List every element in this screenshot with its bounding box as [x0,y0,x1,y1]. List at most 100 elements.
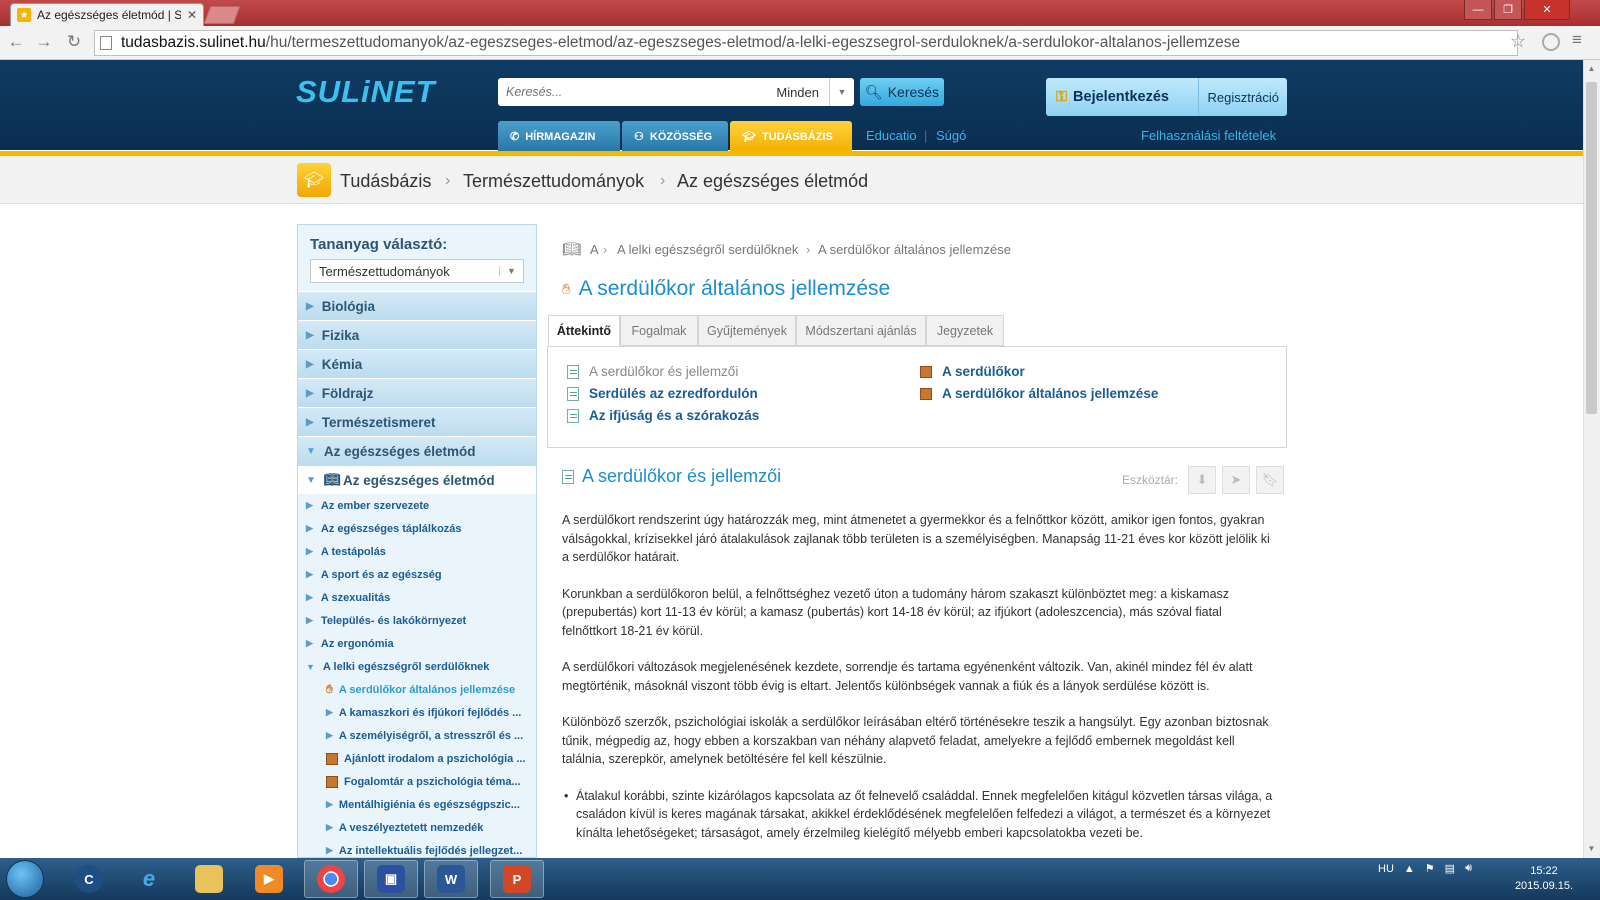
book-icon: 📖︎ [323,472,342,487]
clock[interactable]: 15:22 2015.09.15. [1514,864,1574,894]
sidebar-current-item[interactable]: ✋︎ A serdülőkor általános jellemzése [298,678,536,701]
sidebar-item-biologia[interactable]: ▶ Biológia [298,291,536,320]
taskbar-app-powerpoint[interactable]: P [490,860,544,898]
sidebar-sub-item-open[interactable]: ▼ A lelki egészségről serdülőknek [298,655,536,678]
language-indicator[interactable]: HU [1378,863,1394,875]
scroll-up-arrow-icon[interactable]: ▲ [1586,64,1597,76]
overview-link[interactable]: Serdülés az ezredfordulón [567,386,758,401]
browser-tab[interactable]: ★ Az egészséges életmód | S ✕ [10,3,204,26]
start-button[interactable] [6,860,44,898]
overview-link-label: A serdülőkor [942,364,1025,379]
content-crumb-lelki[interactable]: A lelki egészségről serdülőknek [617,242,798,257]
download-icon[interactable]: ⬇ [1188,466,1217,494]
sidebar-sub-item[interactable]: ▶ Az egészséges táplálkozás [298,517,536,540]
hand-pointer-icon: ✋︎ [326,682,333,696]
chevron-down-icon[interactable]: ▼ [830,87,854,97]
overview-link[interactable]: A serdülőkor általános jellemzése [920,386,1158,401]
taskbar-app-media[interactable]: ▶ [242,860,296,898]
taskbar-app-word[interactable]: W [424,860,478,898]
tab-gyujtemenyek[interactable]: Gyűjtemények [698,315,796,346]
overview-link[interactable]: Az ifjúság és a szórakozás [567,408,759,423]
link-educatio[interactable]: Educatio [866,128,917,143]
tab-modszertani-ajanlas[interactable]: Módszertani ajánlás [796,315,926,346]
sidebar-item-foldrajz[interactable]: ▶ Földrajz [298,378,536,407]
triangle-right-icon: ▶ [306,638,313,648]
taskbar-app-ie[interactable]: e [122,860,176,898]
triangle-right-icon: ▶ [306,546,313,556]
taskbar-app-explorer[interactable] [182,860,236,898]
bookmark-icon[interactable]: 🔖︎ [1256,466,1285,494]
volume-icon[interactable]: 🔊︎ [1465,862,1472,875]
sidebar-sub-item[interactable]: ▶ A sport és az egészség [298,563,536,586]
forward-arrow-icon[interactable]: → [32,30,56,54]
breadcrumb-egeszseges-eletmod[interactable]: Az egészséges életmód [677,171,868,192]
page-icon [100,36,112,50]
sidebar-sub2-item[interactable]: ▶ A veszélyeztetett nemzedék [298,816,536,839]
tab-jegyzetek[interactable]: Jegyzetek [926,315,1004,346]
sidebar-sub-item[interactable]: ▶ A testápolás [298,540,536,563]
tab-fogalmak[interactable]: Fogalmak [620,315,698,346]
network-icon[interactable]: ▤ [1445,862,1455,875]
sidebar-sub-item[interactable]: ▶ Település- és lakókörnyezet [298,609,536,632]
overview-link[interactable]: A serdülőkor és jellemzői [567,364,738,379]
register-link[interactable]: Regisztráció [1199,90,1287,105]
chevron-down-icon[interactable]: ▼ [499,266,523,276]
triangle-right-icon: ▶ [306,387,314,399]
breadcrumb-termeszettudomanyok[interactable]: Természettudományok [463,171,644,192]
breadcrumb-tudasbazis[interactable]: Tudásbázis [340,171,431,192]
sidebar-sub2-item[interactable]: ▶ Az intellektuális fejlődés jellegzet... [298,839,536,857]
section-title-text: A serdülőkor és jellemzői [582,466,782,486]
menu-icon[interactable]: ≡ [1572,30,1582,50]
bookmark-star-icon[interactable]: ☆ [1510,31,1526,52]
section-title: A serdülőkor és jellemzői [562,466,781,487]
reload-icon[interactable]: ↻ [62,30,86,54]
sidebar-sub2-item[interactable]: ▶ Mentálhigiénia és egészségpszic... [298,793,536,816]
overview-link[interactable]: A serdülőkor [920,364,1025,379]
login-button[interactable]: ⚿ Bejelentkezés [1046,78,1200,116]
tab-attekinto[interactable]: Áttekintő [548,315,620,346]
taskbar-app-save[interactable]: ▣ [364,860,418,898]
sidebar-sub2-item[interactable]: Ajánlott irodalom a pszichológia ... [298,747,536,770]
search-scope-select[interactable]: Minden [776,78,830,106]
search-button[interactable]: 🔍︎ Keresés [860,78,944,106]
link-sugo[interactable]: Súgó [936,128,966,143]
sidebar-item-active[interactable]: ▼ 📖︎ Az egészséges életmód [298,465,536,494]
content-crumb-a[interactable]: A [590,242,599,257]
show-hidden-icons-icon[interactable]: ▲ [1404,863,1415,875]
subject-select[interactable]: Természettudományok ▼ [310,259,524,283]
back-arrow-icon[interactable]: ← [4,30,28,54]
sidebar-sub-label: A testápolás [320,545,386,558]
address-bar[interactable]: tudasbazis.sulinet.hu/hu/termeszettudoma… [94,30,1518,56]
scroll-down-arrow-icon[interactable]: ▼ [1586,844,1597,856]
sidebar-sub-item[interactable]: ▶ Az ergonómia [298,632,536,655]
sidebar-sub2-item[interactable]: ▶ A kamaszkori és ifjúkori fejlődés ... [298,701,536,724]
article-paragraph: Különböző szerzők, pszichológiai iskolák… [562,715,1269,766]
sidebar-item-fizika[interactable]: ▶ Fizika [298,320,536,349]
sidebar-item-kemia[interactable]: ▶ Kémia [298,349,536,378]
sidebar-sub-item[interactable]: ▶ A szexualitás [298,586,536,609]
maximize-button[interactable]: ❐ [1494,0,1522,20]
extension-icon[interactable] [1542,33,1560,51]
close-window-button[interactable]: ✕ [1524,0,1570,20]
sidebar-sub-label: Település- és lakókörnyezet [320,614,467,627]
sulinet-logo[interactable]: SULiNET [296,74,436,110]
tab-kozosseg[interactable]: ⚇ KÖZÖSSÉG [622,121,728,152]
sidebar-sub2-label: Mentálhigiénia és egészségpszic... [338,798,520,811]
share-icon[interactable]: ➤ [1222,466,1251,494]
sidebar-sub-item[interactable]: ▶ Az ember szervezete [298,494,536,517]
sidebar-sub2-item[interactable]: Fogalomtár a pszichológia téma... [298,770,536,793]
close-tab-icon[interactable]: ✕ [187,8,197,22]
tab-hirmagazin[interactable]: ✆ HÍRMAGAZIN [498,121,620,152]
sidebar-sub2-item[interactable]: ▶ A személyiségről, a stresszről és ... [298,724,536,747]
taskbar-app-cortana[interactable]: C [62,860,116,898]
scrollbar-thumb[interactable] [1586,82,1597,414]
tab-tudasbazis[interactable]: 🎓︎ TUDÁSBÁZIS [730,121,852,152]
terms-link[interactable]: Felhasználási feltételek [1141,128,1276,143]
sidebar-item-egeszseges-eletmod[interactable]: ▼ Az egészséges életmód [298,436,536,465]
flag-icon[interactable]: ⚑ [1425,862,1435,875]
search-input[interactable] [498,85,777,99]
minimize-button[interactable]: — [1464,0,1492,20]
powerpoint-icon: P [503,865,531,893]
sidebar-item-termeszetismeret[interactable]: ▶ Természetismeret [298,407,536,436]
taskbar-app-chrome[interactable] [304,860,358,898]
